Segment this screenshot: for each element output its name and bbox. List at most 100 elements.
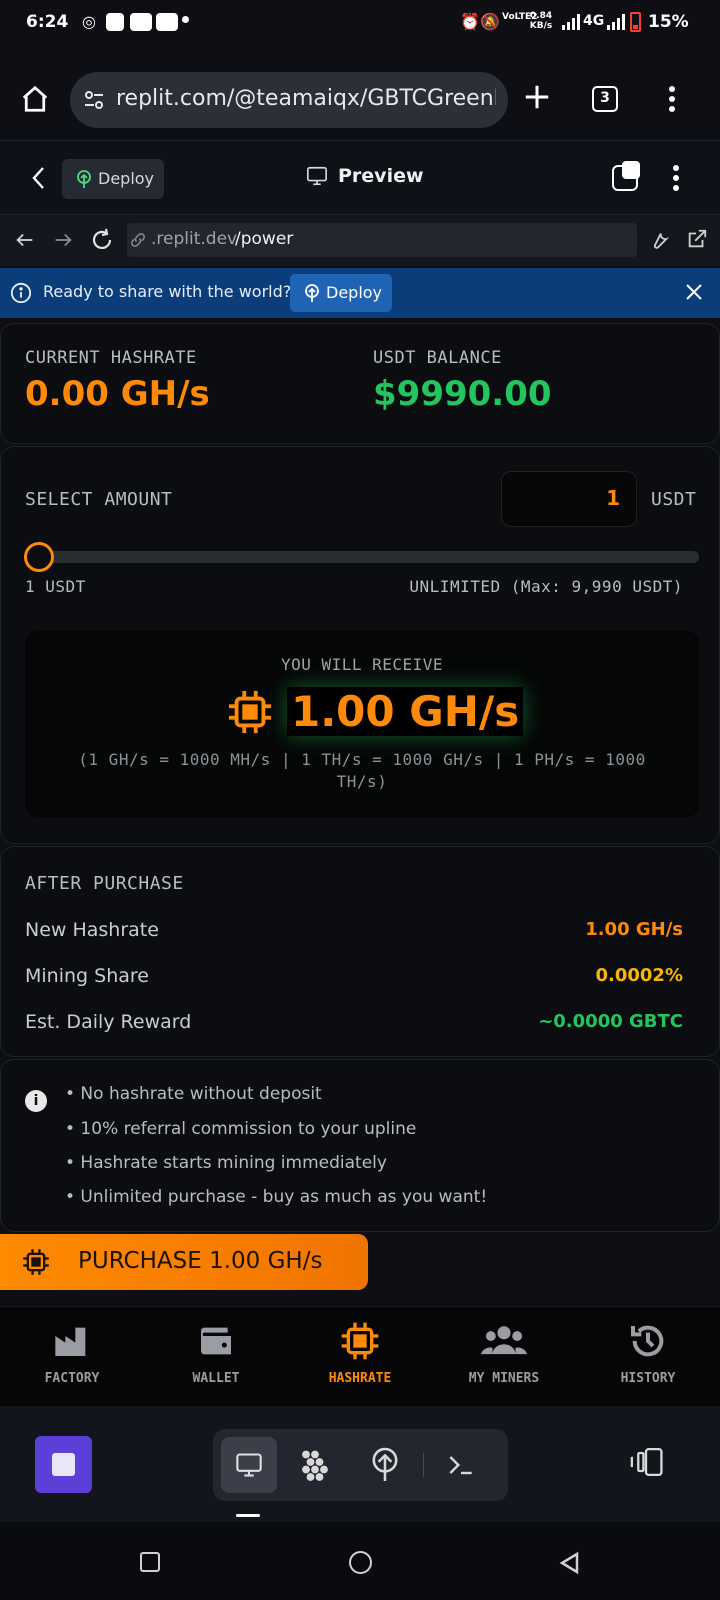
shell-tool-icon[interactable] — [445, 1449, 477, 1485]
reload-icon[interactable] — [90, 228, 114, 256]
signal-icon-2 — [607, 14, 625, 35]
amount-value: 1 — [606, 486, 620, 510]
address-host: .replit.dev — [151, 229, 238, 249]
browser-menu-icon[interactable] — [668, 84, 676, 118]
volte-indicator: VoLTE2 — [502, 12, 538, 22]
nav-hashrate[interactable]: HASHRATE — [288, 1321, 432, 1386]
home-circle-icon[interactable] — [349, 1551, 372, 1574]
select-amount-label: SELECT AMOUNT — [25, 489, 173, 510]
daily-reward-label: Est. Daily Reward — [25, 1011, 192, 1033]
back-chevron-icon[interactable] — [30, 165, 48, 195]
users-icon — [481, 1321, 527, 1361]
site-settings-icon[interactable] — [82, 88, 106, 116]
receive-box: YOU WILL RECEIVE 1.00 GH/s (1 GH/s = 100… — [25, 631, 699, 817]
deploy-tool-icon[interactable] — [369, 1447, 401, 1487]
history-icon — [628, 1321, 668, 1361]
new-hashrate-label: New Hashrate — [25, 919, 159, 941]
nav-history-label: HISTORY — [620, 1371, 676, 1386]
agent-tool-icon[interactable] — [297, 1447, 333, 1487]
signal-icon-1 — [562, 14, 580, 35]
alarm-icon: ⏰ — [460, 12, 480, 31]
battery-icon — [630, 12, 641, 32]
home-icon[interactable] — [20, 84, 50, 118]
purchase-button[interactable]: PURCHASE 1.00 GH/s — [0, 1234, 368, 1290]
new-tab-icon[interactable] — [522, 82, 552, 116]
replit-header: Deploy Preview — [0, 140, 720, 214]
mining-share-label: Mining Share — [25, 965, 149, 987]
tool-divider — [423, 1453, 424, 1477]
address-bar[interactable]: replit.com/@teamaiqx/GBTCGreenMi — [70, 72, 508, 128]
current-hashrate-value: 0.00 GH/s — [25, 374, 210, 414]
select-amount-card: SELECT AMOUNT 1 USDT 1 USDT UNLIMITED (M… — [0, 446, 720, 844]
receive-label: YOU WILL RECEIVE — [280, 655, 444, 674]
multi-window-icon[interactable] — [612, 161, 640, 191]
battery-percent: 15% — [648, 12, 689, 32]
nav-my-miners[interactable]: MY MINERS — [432, 1321, 576, 1386]
status-bar: 6:24 ◎ ⏰ 🔕 VoLTE2 0.84 KB/s 4G 15% — [0, 0, 720, 46]
system-navigation-bar — [0, 1522, 720, 1600]
after-purchase-title: AFTER PURCHASE — [25, 873, 184, 894]
mining-share-value: 0.0002% — [595, 965, 684, 986]
info-circle-icon — [10, 282, 32, 308]
deploy-rocket-icon — [302, 283, 322, 307]
info-icon: i — [25, 1090, 47, 1112]
hashrate-label: CURRENT HASHRATE — [25, 348, 197, 368]
monitor-tool-icon — [235, 1451, 263, 1483]
stop-button[interactable] — [35, 1436, 92, 1493]
preview-address-input[interactable]: .replit.dev /power — [127, 223, 637, 257]
nav-my-miners-label: MY MINERS — [468, 1371, 540, 1386]
amount-slider-track[interactable] — [26, 551, 699, 563]
app-bottom-nav: FACTORY WALLET HASHRATE MY MINERS HISTOR… — [0, 1306, 720, 1406]
mute-icon: 🔕 — [480, 12, 500, 31]
replit-menu-icon[interactable] — [672, 163, 680, 197]
browser-toolbar: replit.com/@teamaiqx/GBTCGreenMi 3 — [0, 62, 720, 138]
amount-input[interactable]: 1 — [501, 471, 637, 527]
info-item: • Hashrate starts mining immediately — [65, 1153, 387, 1173]
after-purchase-card: AFTER PURCHASE New Hashrate 1.00 GH/s Mi… — [0, 846, 720, 1057]
panels-icon[interactable] — [628, 1446, 664, 1482]
open-external-icon[interactable] — [686, 228, 708, 254]
wallet-icon — [196, 1321, 236, 1361]
banner-deploy-label: Deploy — [326, 283, 383, 302]
nav-back-arrow-icon[interactable] — [14, 229, 36, 255]
nav-factory[interactable]: FACTORY — [0, 1321, 144, 1386]
network-speed: 0.84 KB/s — [529, 11, 553, 31]
recents-square-icon[interactable] — [140, 1552, 160, 1572]
network-type: 4G — [583, 13, 605, 29]
replit-bottom-toolbar — [0, 1406, 720, 1522]
slider-min-label: 1 USDT — [25, 577, 86, 596]
banner-text: Ready to share with the world? — [43, 282, 292, 301]
tool-group — [213, 1429, 508, 1501]
url-text[interactable]: replit.com/@teamaiqx/GBTCGreenMi — [116, 86, 496, 111]
nav-wallet[interactable]: WALLET — [144, 1321, 288, 1386]
tab-switcher-button[interactable]: 3 — [592, 86, 618, 112]
devtools-wrench-icon[interactable] — [648, 228, 670, 254]
conversion-note: (1 GH/s = 1000 MH/s | 1 TH/s = 1000 GH/s… — [78, 750, 646, 791]
receive-chip-icon — [227, 689, 273, 739]
nav-history[interactable]: HISTORY — [576, 1321, 720, 1386]
factory-icon — [52, 1321, 92, 1361]
balance-label: USDT BALANCE — [373, 348, 502, 368]
preview-tool-button[interactable] — [221, 1437, 277, 1493]
daily-reward-value: ~0.0000 GBTC — [538, 1011, 683, 1032]
status-time: 6:24 — [26, 12, 69, 32]
new-hashrate-value: 1.00 GH/s — [585, 919, 683, 940]
usdt-balance-value: $9990.00 — [373, 374, 552, 414]
receive-value: 1.00 GH/s — [287, 687, 524, 736]
chip-icon — [340, 1321, 380, 1361]
banner-deploy-button[interactable]: Deploy — [290, 274, 392, 312]
purchase-chip-icon — [22, 1248, 50, 1282]
nav-forward-arrow-icon[interactable] — [52, 229, 74, 255]
nav-wallet-label: WALLET — [192, 1371, 240, 1386]
purchase-label: PURCHASE 1.00 GH/s — [78, 1248, 323, 1274]
nav-hashrate-label: HASHRATE — [328, 1371, 392, 1386]
banner-close-icon[interactable] — [684, 282, 704, 306]
deploy-button[interactable]: Deploy — [62, 159, 164, 199]
monitor-icon — [306, 165, 328, 191]
preview-title: Preview — [338, 165, 424, 187]
instagram-icon — [106, 13, 124, 31]
preview-nav-row: .replit.dev /power — [0, 214, 720, 266]
amount-slider-handle[interactable] — [24, 542, 54, 572]
stats-card: CURRENT HASHRATE 0.00 GH/s USDT BALANCE … — [0, 323, 720, 444]
back-triangle-icon[interactable] — [558, 1551, 580, 1579]
